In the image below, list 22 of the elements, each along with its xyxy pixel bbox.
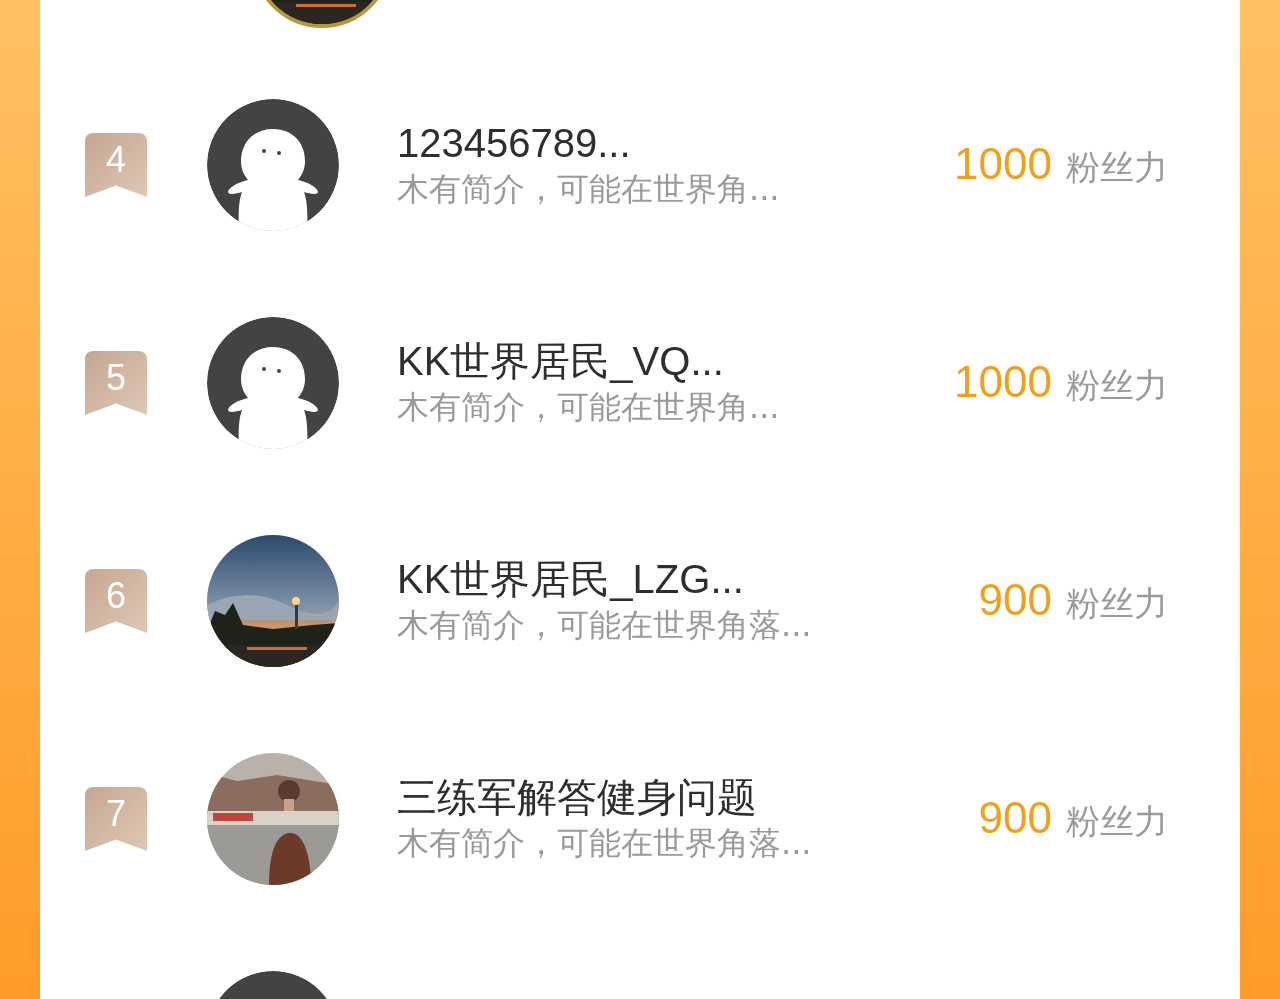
fan-score-label: 粉丝力 (1066, 146, 1168, 189)
user-name: 123456789... (397, 120, 632, 167)
rank-badge: 6 (85, 569, 147, 633)
rank-badge: 7 (85, 787, 147, 851)
avatar-icon[interactable] (207, 99, 339, 231)
rank-badge: 4 (85, 133, 147, 197)
user-bio: 木有简介，可能在世界角落... (397, 823, 813, 864)
user-bio: 木有简介，可能在世界角落... (397, 605, 813, 646)
user-bio: 木有简介，可能在世界角... (397, 169, 781, 210)
user-name: 三练军解答健身问题 (397, 774, 758, 821)
fan-score: 1000 (954, 139, 1052, 189)
user-bio: 木有简介，可能在世界角... (397, 387, 781, 428)
rank-badge: 5 (85, 351, 147, 415)
fan-score: 1000 (954, 357, 1052, 407)
fan-score-label: 粉丝力 (1066, 800, 1168, 843)
user-name: KK世界居民_VQ... (397, 338, 725, 385)
avatar-icon[interactable] (207, 317, 339, 449)
fan-score-label: 粉丝力 (1066, 582, 1168, 625)
fan-score: 900 (978, 575, 1052, 625)
fan-score-label: 粉丝力 (1066, 364, 1168, 407)
fan-score: 900 (978, 793, 1052, 843)
user-name: KK世界居民_LZG... (397, 556, 745, 603)
